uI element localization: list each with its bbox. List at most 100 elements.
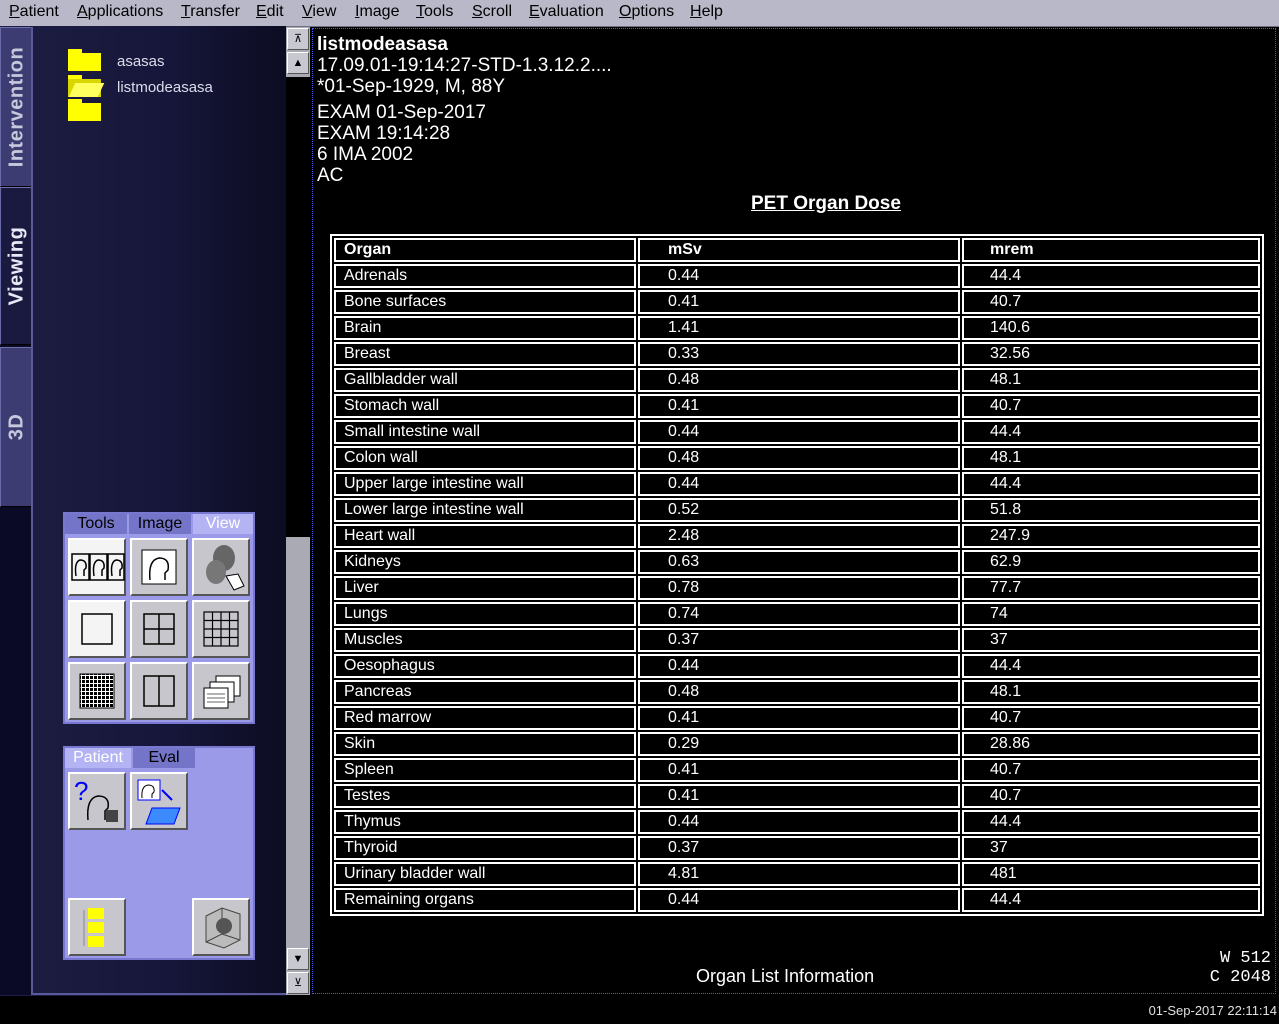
menu-evaluation[interactable]: Evaluation	[529, 3, 604, 21]
table-row: Liver 0.78 77.7	[334, 576, 1260, 600]
msv-cell: 0.44	[638, 420, 960, 444]
side-tab-strip: Intervention Viewing 3D	[0, 27, 33, 995]
table-row: Muscles 0.37 37	[334, 628, 1260, 652]
menu-transfer[interactable]: Transfer	[181, 3, 240, 21]
view-palette: Tools Image View	[63, 512, 255, 724]
report-footer: Organ List Information	[696, 966, 875, 986]
grid-8x8-icon	[79, 673, 115, 709]
hand-tool-button[interactable]	[192, 538, 250, 596]
single-image-button[interactable]	[130, 538, 188, 596]
mrem-cell: 37	[962, 836, 1260, 860]
table-row: Brain 1.41 140.6	[334, 316, 1260, 340]
browser-button[interactable]	[68, 898, 126, 956]
stack-layout-button[interactable]	[192, 662, 250, 720]
mrem-cell: 48.1	[962, 680, 1260, 704]
organ-cell: Stomach wall	[334, 394, 636, 418]
msv-cell: 0.44	[638, 888, 960, 912]
organ-cell: Lungs	[334, 602, 636, 626]
msv-cell: 2.48	[638, 524, 960, 548]
msv-cell: 0.41	[638, 758, 960, 782]
head-icon	[141, 549, 177, 585]
mrem-cell: 32.56	[962, 342, 1260, 366]
msv-cell: 0.33	[638, 342, 960, 366]
palette-tab-patient[interactable]: Patient	[65, 748, 131, 768]
mrem-cell: 247.9	[962, 524, 1260, 548]
load-series-button[interactable]	[130, 772, 188, 830]
menu-scroll[interactable]: Scroll	[472, 3, 512, 21]
table-row: Bone surfaces 0.41 40.7	[334, 290, 1260, 314]
palette-tab-tools[interactable]: Tools	[65, 514, 127, 534]
layout-2x2-button[interactable]	[130, 600, 188, 658]
tab-3d[interactable]: 3D	[0, 347, 32, 507]
tab-viewing[interactable]: Viewing	[0, 187, 33, 345]
msv-cell: 0.29	[638, 732, 960, 756]
organ-cell: Oesophagus	[334, 654, 636, 678]
palette-tab-image[interactable]: Image	[129, 514, 191, 534]
patient-birth-info: *01-Sep-1929, M, 88Y	[317, 76, 506, 97]
mrem-cell: 40.7	[962, 706, 1260, 730]
menu-options[interactable]: Options	[619, 3, 674, 21]
tab-intervention[interactable]: Intervention	[0, 27, 32, 187]
menu-applications[interactable]: Applications	[77, 3, 163, 21]
msv-cell: 0.48	[638, 368, 960, 392]
layout-4x4-button[interactable]	[192, 600, 250, 658]
series-layout-button[interactable]	[68, 538, 126, 596]
menu-image[interactable]: Image	[355, 3, 399, 21]
folder-icon[interactable]	[68, 99, 101, 121]
scroll-thumb[interactable]	[286, 77, 310, 537]
table-row: Thyroid 0.37 37	[334, 836, 1260, 860]
menu-view[interactable]: View	[302, 3, 336, 21]
patient-name: listmodeasasa	[317, 34, 448, 55]
organ-cell: Thyroid	[334, 836, 636, 860]
organ-cell: Skin	[334, 732, 636, 756]
folder-icon[interactable]	[68, 49, 101, 71]
mrem-cell: 40.7	[962, 290, 1260, 314]
grid-2x2-icon	[143, 613, 175, 645]
scroll-down-button[interactable]: ▼	[287, 948, 309, 970]
menu-tools[interactable]: Tools	[416, 3, 453, 21]
report-title: PET Organ Dose	[751, 193, 901, 214]
menu-patient[interactable]: Patient	[9, 3, 59, 21]
layout-1x2-button[interactable]	[130, 662, 188, 720]
palette-tab-eval[interactable]: Eval	[133, 748, 195, 768]
msv-cell: 0.44	[638, 654, 960, 678]
organ-cell: Small intestine wall	[334, 420, 636, 444]
organ-cell: Urinary bladder wall	[334, 862, 636, 886]
tree-item-listmodeasasa[interactable]: listmodeasasa	[117, 79, 213, 96]
vertical-scrollbar[interactable]: ⊼ ▲ ▼ ⊻	[286, 27, 310, 995]
organ-cell: Testes	[334, 784, 636, 808]
mrem-cell: 51.8	[962, 498, 1260, 522]
layout-1x1-button[interactable]	[68, 600, 126, 658]
window-center: C 2048	[1209, 968, 1271, 987]
scroll-bottom-button[interactable]: ⊻	[287, 972, 309, 994]
table-row: Breast 0.33 32.56	[334, 342, 1260, 366]
image-viewer[interactable]: listmodeasasa 17.09.01-19:14:27-STD-1.3.…	[312, 28, 1276, 994]
cube-head-icon	[205, 907, 241, 949]
image-number: 6 IMA 2002	[317, 144, 414, 165]
menu-edit[interactable]: Edit	[256, 3, 284, 21]
mrem-cell: 48.1	[962, 368, 1260, 392]
organ-cell: Red marrow	[334, 706, 636, 730]
palette-tab-view[interactable]: View	[193, 514, 253, 534]
correction-label: AC	[317, 165, 344, 186]
open-folder-icon[interactable]	[68, 75, 105, 97]
layout-8x8-button[interactable]	[68, 662, 126, 720]
menu-help[interactable]: Help	[690, 3, 723, 21]
mrem-cell: 44.4	[962, 420, 1260, 444]
mrem-cell: 40.7	[962, 394, 1260, 418]
grid-4x4-icon	[203, 611, 239, 647]
volume-viewer-button[interactable]	[192, 898, 250, 956]
mrem-cell: 44.4	[962, 472, 1260, 496]
hand-icon	[206, 545, 245, 591]
table-row: Small intestine wall 0.44 44.4	[334, 420, 1260, 444]
patient-info-button[interactable]: ?	[68, 772, 126, 830]
scroll-top-button[interactable]: ⊼	[287, 28, 309, 50]
status-datetime: 01-Sep-2017 22:11:14	[1148, 1003, 1277, 1018]
mrem-cell: 44.4	[962, 888, 1260, 912]
msv-cell: 0.44	[638, 264, 960, 288]
stack-icon	[203, 675, 241, 709]
organ-dose-table: Organ mSv mrem Adrenals 0.44 44.4 Bone surf…	[330, 234, 1264, 916]
table-row: Skin 0.29 28.86	[334, 732, 1260, 756]
scroll-up-button[interactable]: ▲	[287, 52, 309, 74]
tree-item-asasas[interactable]: asasas	[117, 53, 165, 70]
